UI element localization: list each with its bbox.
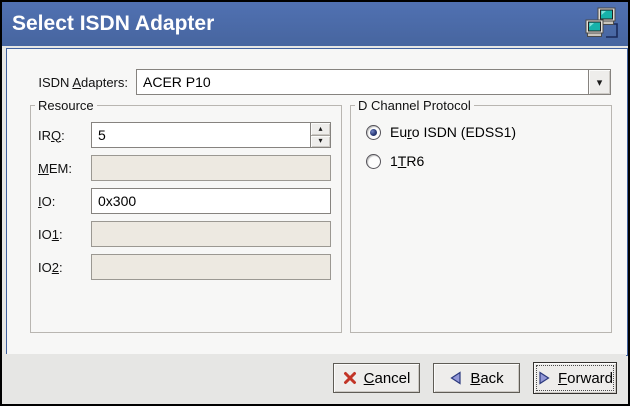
network-computers-icon <box>584 6 620 42</box>
forward-button-label: Forward <box>558 370 613 387</box>
field-row-io: IO: <box>38 188 331 214</box>
radio-button-icon[interactable] <box>366 125 381 140</box>
cancel-button-label: Cancel <box>364 370 411 387</box>
radio-label: 1TR6 <box>390 153 424 169</box>
isdn-adapter-combobox[interactable]: ACER P10 ▾ <box>136 69 611 95</box>
irq-spin-up-button[interactable]: ▴ <box>311 123 330 135</box>
back-button-label: Back <box>470 370 503 387</box>
field-row-io2: IO2: <box>38 254 331 280</box>
arrow-right-icon <box>537 371 551 385</box>
field-row-irq: IRQ: ▴ ▾ <box>38 122 331 148</box>
arrow-left-icon <box>449 371 463 385</box>
d-channel-protocol-group-title: D Channel Protocol <box>355 98 474 113</box>
content-columns: Resource IRQ: ▴ ▾ MEM: <box>30 105 612 333</box>
radio-option-euro-isdn[interactable]: Euro ISDN (EDSS1) <box>366 124 601 140</box>
radio-option-1tr6[interactable]: 1TR6 <box>366 153 601 169</box>
irq-spinner: ▴ ▾ <box>310 123 330 147</box>
combobox-dropdown-button[interactable]: ▾ <box>588 70 610 94</box>
field-row-mem: MEM: <box>38 155 331 181</box>
io2-label: IO2: <box>38 260 91 275</box>
irq-spin-down-button[interactable]: ▾ <box>311 135 330 148</box>
cancel-x-icon <box>343 371 357 385</box>
spin-up-icon: ▴ <box>318 125 322 133</box>
adapter-row: ISDN Adapters: ACER P10 ▾ <box>19 69 611 95</box>
spin-down-icon: ▾ <box>318 137 322 145</box>
mem-input <box>91 155 331 181</box>
page-title: Select ISDN Adapter <box>12 12 584 36</box>
irq-label: IRQ: <box>38 128 91 143</box>
combobox-value: ACER P10 <box>137 70 588 94</box>
io-label: IO: <box>38 194 91 209</box>
back-button[interactable]: Back <box>433 363 520 393</box>
chevron-down-icon: ▾ <box>597 76 603 89</box>
io2-input <box>91 254 331 280</box>
dialog-titlebar: Select ISDN Adapter <box>2 2 628 46</box>
resource-groupbox: Resource IRQ: ▴ ▾ MEM: <box>30 105 342 333</box>
mem-label: MEM: <box>38 161 91 176</box>
io1-input <box>91 221 331 247</box>
radio-label: Euro ISDN (EDSS1) <box>390 124 516 140</box>
irq-input[interactable] <box>91 122 331 148</box>
select-isdn-adapter-dialog: Select ISDN Adapter ISDN Adapters: ACER … <box>0 0 630 406</box>
resource-group-title: Resource <box>35 98 97 113</box>
isdn-adapters-label: ISDN Adapters: <box>19 75 128 90</box>
io-input[interactable] <box>91 188 331 214</box>
forward-button[interactable]: Forward <box>533 362 617 394</box>
dialog-button-bar: Cancel Back Forward <box>4 354 626 402</box>
io1-label: IO1: <box>38 227 91 242</box>
cancel-button[interactable]: Cancel <box>333 363 420 393</box>
field-row-io1: IO1: <box>38 221 331 247</box>
d-channel-protocol-groupbox: D Channel Protocol Euro ISDN (EDSS1) 1TR… <box>350 105 612 333</box>
radio-button-icon[interactable] <box>366 154 381 169</box>
dialog-content: ISDN Adapters: ACER P10 ▾ Resource IRQ: … <box>6 48 628 356</box>
